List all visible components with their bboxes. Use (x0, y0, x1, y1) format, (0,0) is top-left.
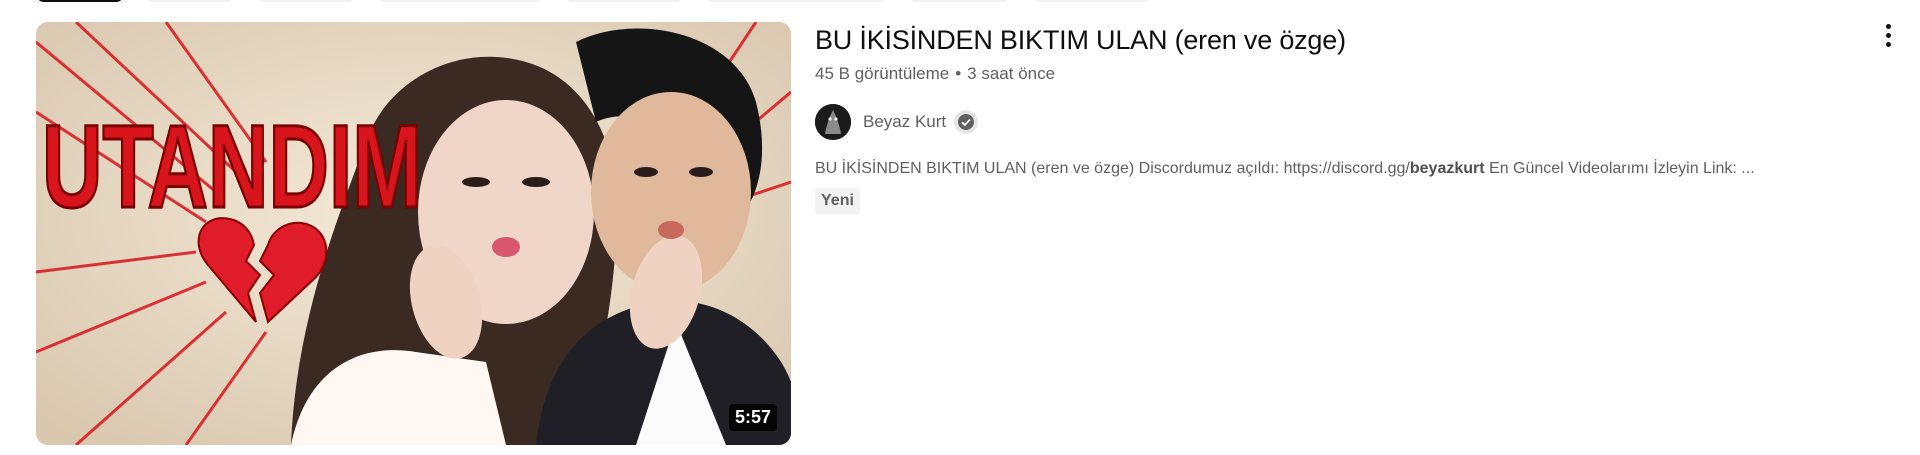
meta-separator: • (955, 64, 962, 83)
filter-chip[interactable] (706, 0, 886, 2)
video-title[interactable]: BU İKİSİNDEN BIKTIM ULAN (eren ve özge) (815, 22, 1855, 58)
verified-check-icon (954, 110, 979, 134)
filter-chip[interactable] (908, 0, 1010, 2)
description-link-bold[interactable]: beyazkurt (1410, 160, 1485, 177)
new-badge: Yeni (815, 188, 860, 214)
filter-chip-active[interactable] (36, 0, 124, 2)
channel-info: Beyaz Kurt (815, 104, 1855, 140)
filter-chips (36, 0, 1152, 2)
channel-avatar[interactable] (815, 104, 851, 140)
filter-chip[interactable] (146, 0, 234, 2)
video-details: BU İKİSİNDEN BIKTIM ULAN (eren ve özge) … (815, 22, 1855, 214)
video-metadata: 45 B görüntüleme • 3 saat önce (815, 64, 1855, 84)
description-text-suffix: En Güncel Videolarımı İzleyin Link: ... (1484, 160, 1755, 177)
filter-chip[interactable] (564, 0, 684, 2)
channel-name[interactable]: Beyaz Kurt (863, 112, 946, 132)
thumbnail-title-text: UTANDIM (42, 101, 422, 233)
duration-badge: 5:57 (728, 404, 777, 431)
video-thumbnail[interactable]: UTANDIM 5:57 (36, 22, 791, 445)
view-count: 45 B görüntüleme (815, 64, 950, 83)
more-vert-icon[interactable] (1880, 18, 1896, 52)
filter-chip[interactable] (256, 0, 356, 2)
video-description: BU İKİSİNDEN BIKTIM ULAN (eren ve özge) … (815, 160, 1855, 178)
upload-age: 3 saat önce (967, 64, 1056, 83)
description-text: BU İKİSİNDEN BIKTIM ULAN (eren ve özge) … (815, 160, 1410, 177)
thumbnail-image: UTANDIM (36, 22, 791, 445)
filter-chip[interactable] (378, 0, 542, 2)
filter-chip[interactable] (1032, 0, 1152, 2)
